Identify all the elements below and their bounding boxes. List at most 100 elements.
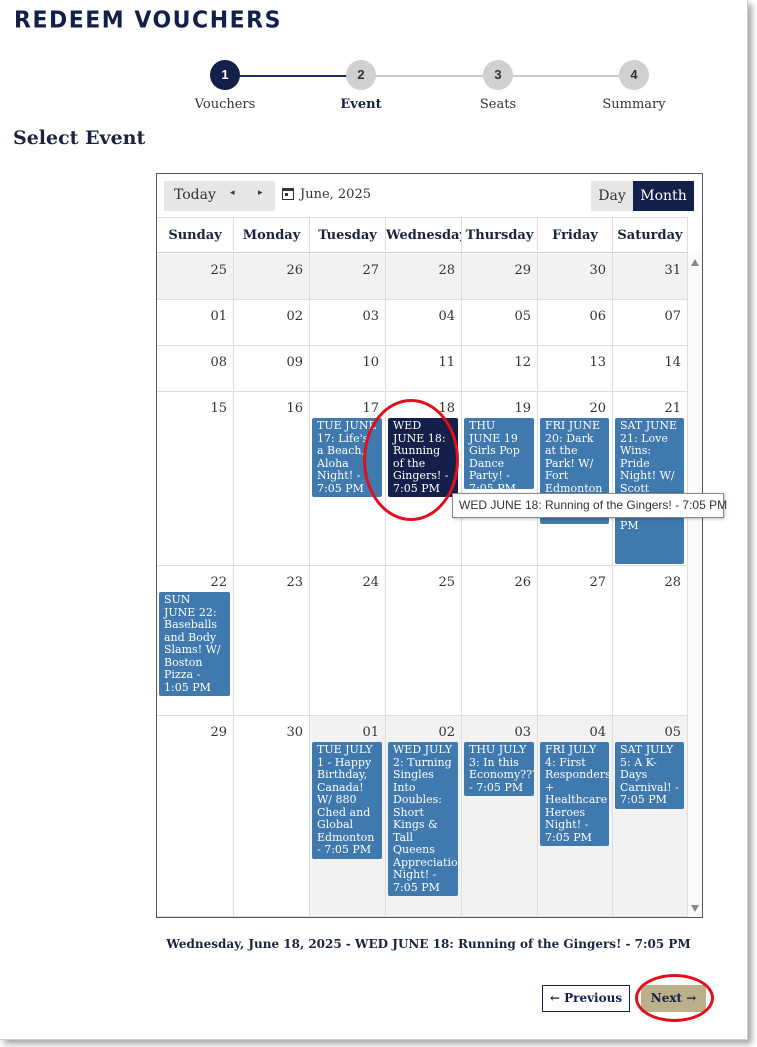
event-item[interactable]: SAT JUNE 21: Love Wins: Pride Night! W/ … — [615, 418, 684, 564]
calendar-day-cell[interactable]: 28 — [386, 254, 462, 299]
day-number: 13 — [589, 355, 606, 370]
calendar-toolbar: Today ◂ ▸ June, 2025 Day Month — [164, 181, 694, 211]
calendar-day-cell[interactable]: 19 THU JUNE 19 Girls Pop Dance Party! - 7… — [462, 392, 538, 565]
step-label: Summary — [602, 97, 666, 112]
progress-stepper: 1 Vouchers 2 Event 3 Seats 4 Summary — [190, 60, 680, 120]
calendar-day-cell[interactable]: 05 — [462, 300, 538, 345]
event-item[interactable]: SUN JUNE 22: Baseballs and Body Slams! W… — [159, 592, 230, 696]
today-button[interactable]: Today — [174, 187, 216, 203]
day-number: 01 — [210, 309, 227, 324]
day-number: 18 — [438, 401, 455, 416]
calendar-day-cell[interactable]: 30 — [538, 254, 613, 299]
day-number: 25 — [210, 263, 227, 278]
calendar-day-cell[interactable]: 01 TUE JULY 1 - Happy Birthday, Canada! W… — [310, 716, 386, 916]
calendar-day-cell[interactable]: 07 — [613, 300, 688, 345]
calendar-day-cell[interactable]: 16 — [234, 392, 310, 565]
calendar-day-cell[interactable]: 29 — [462, 254, 538, 299]
scroll-up-icon[interactable] — [691, 259, 699, 266]
calendar-nav-group: Today ◂ ▸ — [164, 181, 275, 211]
calendar-day-cell[interactable]: 08 — [157, 346, 234, 391]
day-number: 03 — [362, 309, 379, 324]
day-number: 26 — [286, 263, 303, 278]
day-number: 04 — [589, 725, 606, 740]
calendar-day-cell[interactable]: 15 — [157, 392, 234, 565]
calendar-day-cell[interactable]: 03 — [310, 300, 386, 345]
calendar-day-cell[interactable]: 09 — [234, 346, 310, 391]
calendar-day-cell[interactable]: 24 — [310, 566, 386, 715]
day-number: 27 — [362, 263, 379, 278]
calendar-day-cell[interactable]: 27 — [310, 254, 386, 299]
day-number: 29 — [514, 263, 531, 278]
previous-button[interactable]: ← Previous — [542, 985, 630, 1012]
calendar-day-cell[interactable]: 29 — [157, 716, 234, 916]
calendar-day-cell[interactable]: 04 FRI JULY 4: First Responders + Healthc… — [538, 716, 613, 916]
calendar-day-cell[interactable]: 02 WED JULY 2: Turning Singles Into Doubl… — [386, 716, 462, 916]
calendar-day-cell[interactable]: 31 — [613, 254, 688, 299]
month-view-button[interactable]: Month — [633, 181, 694, 211]
calendar-day-cell[interactable]: 27 — [538, 566, 613, 715]
calendar-day-cell[interactable]: 06 — [538, 300, 613, 345]
event-item[interactable]: TUE JUNE 17: Life's a Beach, Aloha Night… — [312, 418, 382, 497]
view-switcher: Day Month — [591, 181, 694, 211]
calendar-day-cell[interactable]: 22 SUN JUNE 22: Baseballs and Body Slams!… — [157, 566, 234, 715]
calendar-day-cell[interactable]: 01 — [157, 300, 234, 345]
day-view-button[interactable]: Day — [591, 181, 633, 211]
next-month-icon[interactable]: ▸ — [258, 188, 263, 198]
event-item-selected[interactable]: WED JUNE 18: Running of the Gingers! - 7… — [388, 418, 458, 497]
calendar-day-cell[interactable]: 25 — [386, 566, 462, 715]
calendar-day-cell[interactable]: 13 — [538, 346, 613, 391]
day-number: 14 — [664, 355, 681, 370]
calendar-day-cell[interactable]: 30 — [234, 716, 310, 916]
calendar-day-cell[interactable]: 20 FRI JUNE 20: Dark at the Park! W/ Fort… — [538, 392, 613, 565]
calendar-day-cell[interactable]: 03 THU JULY 3: In this Economy??? - 7:05 … — [462, 716, 538, 916]
calendar-day-cell[interactable]: 05 SAT JULY 5: A K-Days Carnival! - 7:05 … — [613, 716, 688, 916]
calendar-day-cell[interactable]: 28 — [613, 566, 688, 715]
calendar-day-cell[interactable]: 26 — [462, 566, 538, 715]
calendar-day-cell[interactable]: 18 WED JUNE 18: Running of the Gingers! -… — [386, 392, 462, 565]
calendar-day-cell[interactable]: 17 TUE JUNE 17: Life's a Beach, Aloha Nig… — [310, 392, 386, 565]
page-title: REDEEM VOUCHERS — [14, 7, 282, 34]
event-item[interactable]: THU JUNE 19 Girls Pop Dance Party! - 7:0… — [464, 418, 534, 489]
event-item[interactable]: THU JULY 3: In this Economy??? - 7:05 PM — [464, 742, 534, 796]
day-number: 21 — [664, 401, 681, 416]
event-item[interactable]: SAT JULY 5: A K-Days Carnival! - 7:05 PM — [615, 742, 684, 809]
day-number: 19 — [514, 401, 531, 416]
calendar-day-cell[interactable]: 21 SAT JUNE 21: Love Wins: Pride Night! W… — [613, 392, 688, 565]
day-number: 11 — [438, 355, 455, 370]
month-label[interactable]: June, 2025 — [300, 187, 371, 202]
event-item[interactable]: TUE JULY 1 - Happy Birthday, Canada! W/ … — [312, 742, 382, 859]
calendar-icon[interactable] — [282, 188, 294, 200]
day-number: 03 — [514, 725, 531, 740]
calendar-day-cell[interactable]: 14 — [613, 346, 688, 391]
calendar-day-cell[interactable]: 25 — [157, 254, 234, 299]
calendar-day-cell[interactable]: 10 — [310, 346, 386, 391]
step-number: 3 — [483, 60, 513, 90]
calendar-week-row: 25 26 27 28 29 30 31 — [157, 254, 688, 300]
calendar-day-cell[interactable]: 23 — [234, 566, 310, 715]
prev-month-icon[interactable]: ◂ — [230, 188, 235, 198]
day-number: 24 — [362, 575, 379, 590]
day-number: 08 — [210, 355, 227, 370]
weekday-header-cell: Saturday — [613, 218, 688, 254]
calendar-day-cell[interactable]: 02 — [234, 300, 310, 345]
scroll-down-icon[interactable] — [691, 905, 699, 912]
step-label: Vouchers — [194, 97, 256, 112]
day-number: 28 — [664, 575, 681, 590]
calendar-day-cell[interactable]: 26 — [234, 254, 310, 299]
weekday-header-cell: Sunday — [157, 218, 234, 254]
step-number: 2 — [346, 60, 376, 90]
weekday-header-cell: Tuesday — [310, 218, 386, 254]
event-item[interactable]: WED JULY 2: Turning Singles Into Doubles… — [388, 742, 458, 896]
calendar-day-cell[interactable]: 11 — [386, 346, 462, 391]
weekday-header-cell: Friday — [538, 218, 613, 254]
event-item[interactable]: FRI JULY 4: First Responders + Healthcar… — [540, 742, 609, 846]
day-number: 30 — [286, 725, 303, 740]
calendar-day-cell[interactable]: 12 — [462, 346, 538, 391]
next-button[interactable]: Next → — [641, 985, 706, 1012]
calendar-day-cell[interactable]: 04 — [386, 300, 462, 345]
step-number: 1 — [210, 60, 240, 90]
calendar-scrollbar[interactable] — [688, 254, 702, 917]
step-label: Seats — [479, 97, 517, 112]
step-vouchers: 1 Vouchers — [180, 60, 270, 112]
month-grid: 25 26 27 28 29 30 31 01 02 03 04 05 06 07 08 09 10 11 12 13… — [157, 254, 688, 917]
